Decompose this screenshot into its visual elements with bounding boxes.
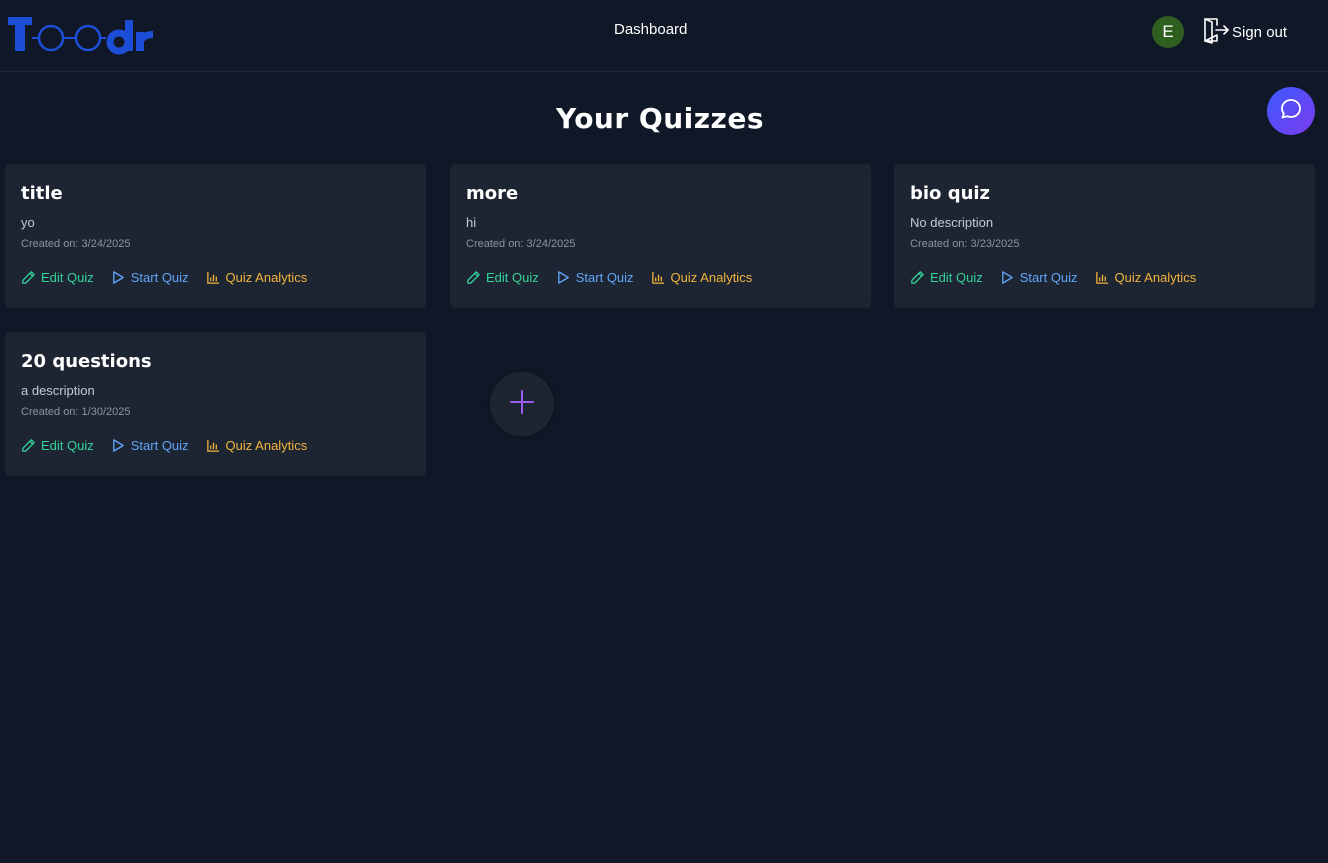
start-quiz-label: Start Quiz <box>130 438 189 453</box>
quiz-analytics-label: Quiz Analytics <box>670 270 753 285</box>
nav-dashboard-link[interactable]: Dashboard <box>614 21 687 38</box>
start-quiz-button[interactable]: Start Quiz <box>1000 270 1078 285</box>
quiz-actions: Edit Quiz Start Quiz Quiz Analytics <box>910 270 1299 285</box>
play-icon <box>557 271 569 284</box>
quiz-description: yo <box>21 215 35 230</box>
quiz-description: a description <box>21 383 95 398</box>
quiz-actions: Edit Quiz Start Quiz Quiz Analytics <box>21 270 410 285</box>
quiz-analytics-button[interactable]: Quiz Analytics <box>206 438 308 453</box>
quiz-description: No description <box>910 215 994 230</box>
signout-icon <box>1202 16 1230 48</box>
bar-chart-icon <box>1095 271 1108 284</box>
start-quiz-button[interactable]: Start Quiz <box>556 270 634 285</box>
quiz-title: 20 questions <box>21 351 152 372</box>
quiz-analytics-button[interactable]: Quiz Analytics <box>1095 270 1197 285</box>
quiz-card: more hi Created on: 3/24/2025 Edit Quiz … <box>450 164 871 308</box>
quiz-created-date: Created on: 3/23/2025 <box>910 238 1020 250</box>
pencil-icon <box>22 271 35 284</box>
quiz-analytics-label: Quiz Analytics <box>225 270 308 285</box>
quiz-created-date: Created on: 3/24/2025 <box>21 238 131 250</box>
start-quiz-button[interactable]: Start Quiz <box>111 270 189 285</box>
edit-quiz-button[interactable]: Edit Quiz <box>466 270 539 285</box>
app-logo[interactable] <box>6 12 156 56</box>
pencil-icon <box>911 271 924 284</box>
start-quiz-label: Start Quiz <box>130 270 189 285</box>
bar-chart-icon <box>206 439 219 452</box>
quiz-analytics-label: Quiz Analytics <box>1114 270 1197 285</box>
bar-chart-icon <box>651 271 664 284</box>
edit-quiz-label: Edit Quiz <box>41 270 94 285</box>
quiz-created-date: Created on: 3/24/2025 <box>466 238 576 250</box>
quiz-title: bio quiz <box>910 183 991 204</box>
edit-quiz-button[interactable]: Edit Quiz <box>21 270 94 285</box>
bar-chart-icon <box>206 271 219 284</box>
add-quiz-button[interactable] <box>490 372 554 436</box>
play-icon <box>1001 271 1013 284</box>
quiz-analytics-label: Quiz Analytics <box>225 438 308 453</box>
edit-quiz-label: Edit Quiz <box>930 270 983 285</box>
edit-quiz-button[interactable]: Edit Quiz <box>910 270 983 285</box>
quiz-description: hi <box>466 215 477 230</box>
edit-quiz-label: Edit Quiz <box>41 438 94 453</box>
page-title: Your Quizzes <box>555 102 764 135</box>
quiz-card: 20 questions a description Created on: 1… <box>5 332 426 476</box>
edit-quiz-label: Edit Quiz <box>486 270 539 285</box>
signout-label: Sign out <box>1232 23 1288 41</box>
play-icon <box>112 439 124 452</box>
avatar-initial: E <box>1162 22 1174 41</box>
plus-icon <box>508 388 536 420</box>
quiz-card: title yo Created on: 3/24/2025 Edit Quiz… <box>5 164 426 308</box>
play-icon <box>112 271 124 284</box>
navbar: Dashboard E Sign out <box>0 0 1328 72</box>
start-quiz-label: Start Quiz <box>1019 270 1078 285</box>
quiz-analytics-button[interactable]: Quiz Analytics <box>651 270 753 285</box>
start-quiz-button[interactable]: Start Quiz <box>111 438 189 453</box>
quiz-title: more <box>466 183 519 204</box>
quiz-title: title <box>21 183 63 204</box>
start-quiz-label: Start Quiz <box>575 270 634 285</box>
app-logo-graphic <box>8 17 153 55</box>
quiz-card: bio quiz No description Created on: 3/23… <box>894 164 1315 308</box>
quiz-analytics-button[interactable]: Quiz Analytics <box>206 270 308 285</box>
signout-button[interactable]: Sign out <box>1202 18 1287 46</box>
pencil-icon <box>22 439 35 452</box>
quiz-created-date: Created on: 1/30/2025 <box>21 406 131 418</box>
pencil-icon <box>467 271 480 284</box>
quiz-actions: Edit Quiz Start Quiz Quiz Analytics <box>466 270 855 285</box>
quiz-actions: Edit Quiz Start Quiz Quiz Analytics <box>21 438 410 453</box>
avatar[interactable]: E <box>1152 16 1184 48</box>
edit-quiz-button[interactable]: Edit Quiz <box>21 438 94 453</box>
